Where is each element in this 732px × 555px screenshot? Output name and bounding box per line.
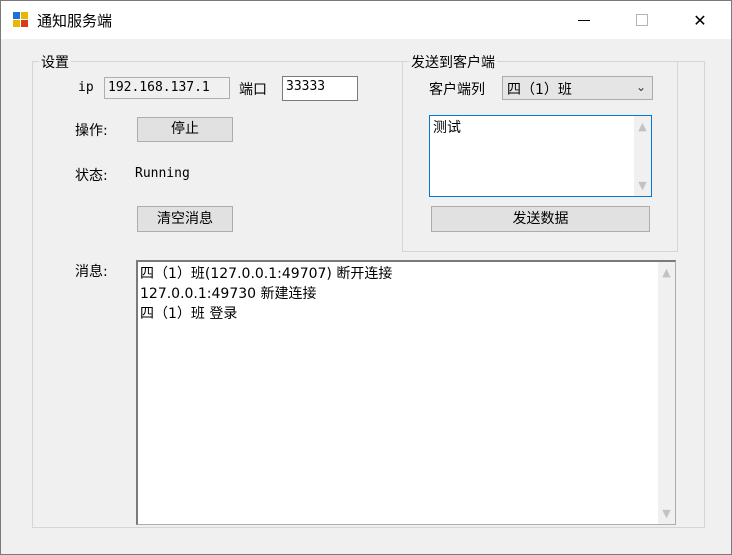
port-label: 端口 — [239, 82, 267, 98]
app-icon — [13, 12, 29, 28]
window-title: 通知服务端 — [37, 12, 113, 30]
maximize-button[interactable] — [619, 1, 665, 39]
operation-label: 操作: — [75, 123, 108, 139]
settings-group-label: 设置 — [39, 52, 71, 72]
title-bar: 通知服务端 ✕ — [1, 1, 731, 39]
status-label: 状态: — [75, 168, 108, 184]
minimize-button[interactable] — [561, 1, 607, 39]
send-message-input[interactable]: 测试 ▲ ▼ — [429, 115, 652, 197]
send-group-label: 发送到客户端 — [409, 52, 497, 72]
maximize-icon — [636, 14, 648, 26]
scroll-down-icon[interactable]: ▼ — [658, 505, 675, 522]
client-select-value: 四（1）班 — [507, 82, 572, 98]
messages-label: 消息: — [75, 264, 108, 280]
close-icon: ✕ — [693, 10, 707, 30]
messages-list: 四（1）班(127.0.0.1:49707) 断开连接 127.0.0.1:49… — [138, 262, 675, 326]
message-line: 四（1）班 登录 — [140, 306, 238, 322]
messages-box[interactable]: 四（1）班(127.0.0.1:49707) 断开连接 127.0.0.1:49… — [136, 260, 676, 525]
send-data-button[interactable]: 发送数据 — [431, 206, 650, 232]
scroll-down-icon[interactable]: ▼ — [634, 177, 651, 194]
chevron-down-icon: ⌄ — [635, 80, 646, 94]
port-field[interactable]: 33333 — [282, 76, 358, 101]
status-value: Running — [135, 166, 190, 181]
ip-field[interactable]: 192.168.137.1 — [104, 77, 230, 99]
client-select[interactable]: 四（1）班 ⌄ — [502, 76, 653, 100]
message-line: 四（1）班(127.0.0.1:49707) 断开连接 — [140, 266, 393, 282]
send-message-scrollbar[interactable]: ▲ ▼ — [634, 116, 651, 196]
main-window: 通知服务端 ✕ 设置 ip 192.168.137.1 端口 33333 操作:… — [0, 0, 732, 555]
close-button[interactable]: ✕ — [677, 1, 723, 39]
send-message-text: 测试 — [433, 120, 461, 136]
minimize-icon — [578, 19, 590, 21]
message-line: 127.0.0.1:49730 新建连接 — [140, 286, 317, 302]
stop-button[interactable]: 停止 — [137, 117, 233, 142]
scroll-up-icon[interactable]: ▲ — [658, 264, 675, 281]
ip-label: ip — [78, 80, 94, 95]
scroll-up-icon[interactable]: ▲ — [634, 118, 651, 135]
client-list-label: 客户端列 — [429, 82, 485, 98]
clear-messages-button[interactable]: 清空消息 — [137, 206, 233, 232]
messages-scrollbar[interactable]: ▲ ▼ — [658, 262, 675, 524]
